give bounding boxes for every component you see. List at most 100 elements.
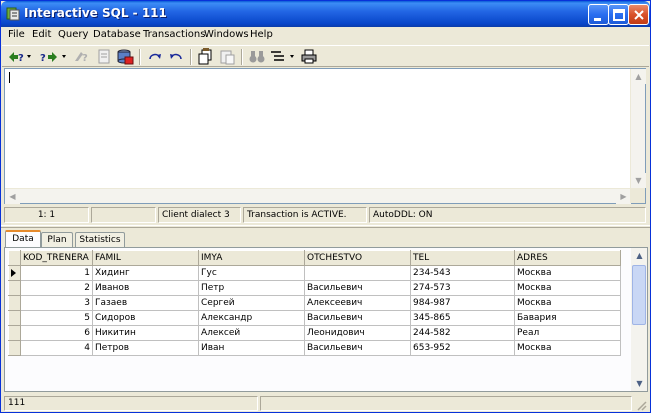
table-row[interactable]: 2 Иванов Петр Васильевич 274-573 Москва <box>8 280 621 296</box>
results-grid[interactable]: KOD_TRENERA FAMIL IMYA OTCHESTVO TEL ADR… <box>8 250 625 356</box>
table-cell[interactable]: Газаев <box>92 295 199 311</box>
table-cell[interactable]: 6 <box>20 325 93 341</box>
toolbar-separator <box>139 49 141 65</box>
pane-splitter[interactable] <box>1 225 650 228</box>
previous-query-button[interactable]: ? <box>7 48 35 65</box>
table-cell[interactable]: Москва <box>514 280 621 296</box>
undo-button[interactable] <box>167 48 185 65</box>
table-cell[interactable]: 5 <box>20 310 93 326</box>
table-cell[interactable]: 345-865 <box>410 310 515 326</box>
scroll-up-icon[interactable]: ▲ <box>631 69 646 84</box>
redo-icon <box>149 53 161 60</box>
table-cell[interactable]: Сергей <box>198 295 305 311</box>
table-cell[interactable]: Сидоров <box>92 310 199 326</box>
prepare-query-button[interactable] <box>95 48 113 65</box>
table-row[interactable]: 6 Никитин Алексей Леонидович 244-582 Реа… <box>8 325 621 341</box>
grid-vertical-scrollbar[interactable]: ▲ ▼ <box>631 248 647 391</box>
tab-statistics[interactable]: Statistics <box>75 232 125 248</box>
table-cell[interactable]: Леонидович <box>304 325 411 341</box>
next-query-button[interactable]: ? <box>39 48 69 65</box>
format-dropdown-button[interactable] <box>269 48 297 65</box>
table-cell[interactable]: Бавария <box>514 310 621 326</box>
menu-help[interactable]: Help <box>250 29 273 40</box>
column-header[interactable]: KOD_TRENERA <box>20 250 93 266</box>
menu-edit[interactable]: Edit <box>32 29 51 40</box>
table-cell[interactable]: 244-582 <box>410 325 515 341</box>
table-cell[interactable]: 3 <box>20 295 93 311</box>
table-cell[interactable]: Москва <box>514 295 621 311</box>
table-cell[interactable]: Хидинг <box>92 265 199 281</box>
table-cell[interactable]: 234-543 <box>410 265 515 281</box>
table-cell[interactable]: Москва <box>514 340 621 356</box>
scroll-down-icon[interactable]: ▼ <box>632 376 647 391</box>
table-cell[interactable]: Гус <box>198 265 305 281</box>
table-cell[interactable]: Никитин <box>92 325 199 341</box>
menu-bar: File Edit Query Database Transactions Wi… <box>2 27 649 45</box>
autoddl-status: AutoDDL: ON <box>369 207 646 223</box>
scrollbar-thumb[interactable] <box>632 265 646 325</box>
table-cell[interactable]: Иванов <box>92 280 199 296</box>
table-cell[interactable]: Петров <box>92 340 199 356</box>
copy-button[interactable] <box>197 48 215 65</box>
tab-plan[interactable]: Plan <box>41 232 73 248</box>
menu-query[interactable]: Query <box>58 29 88 40</box>
column-header[interactable]: OTCHESTVO <box>304 250 411 266</box>
menu-transactions[interactable]: Transactions <box>143 29 205 40</box>
row-indicator[interactable] <box>8 325 21 341</box>
scroll-left-icon[interactable]: ◀ <box>5 189 20 204</box>
row-indicator[interactable] <box>8 295 21 311</box>
table-cell[interactable]: Реал <box>514 325 621 341</box>
table-cell[interactable]: Васильевич <box>304 280 411 296</box>
table-cell[interactable]: Петр <box>198 280 305 296</box>
editor-horizontal-scrollbar[interactable]: ◀ ▶ <box>5 188 631 204</box>
column-header[interactable]: TEL <box>410 250 515 266</box>
row-indicator[interactable] <box>8 340 21 356</box>
table-row[interactable]: 5 Сидоров Александр Васильевич 345-865 Б… <box>8 310 621 326</box>
column-header[interactable]: ADRES <box>514 250 621 266</box>
menu-database[interactable]: Database <box>93 29 141 40</box>
table-cell[interactable] <box>304 265 411 281</box>
table-cell[interactable]: Алексей <box>198 325 305 341</box>
table-cell[interactable]: 1 <box>20 265 93 281</box>
editor-vertical-scrollbar[interactable]: ▲ ▼ <box>630 69 646 188</box>
find-button[interactable] <box>248 48 266 65</box>
column-header[interactable]: FAMIL <box>92 250 199 266</box>
execute-query-button[interactable]: ? <box>73 48 91 65</box>
table-cell[interactable]: Москва <box>514 265 621 281</box>
commit-button[interactable] <box>116 48 134 65</box>
table-cell[interactable]: 984-987 <box>410 295 515 311</box>
print-button[interactable] <box>300 48 318 65</box>
table-row[interactable]: 3 Газаев Сергей Алексеевич 984-987 Москв… <box>8 295 621 311</box>
paste-button[interactable] <box>218 48 236 65</box>
database-name-status: 111 <box>4 396 258 411</box>
scroll-right-icon[interactable]: ▶ <box>616 189 631 204</box>
table-cell[interactable]: Александр <box>198 310 305 326</box>
row-indicator[interactable] <box>8 265 21 281</box>
menu-file[interactable]: File <box>8 29 25 40</box>
table-cell[interactable]: 274-573 <box>410 280 515 296</box>
minimize-button[interactable] <box>588 4 609 25</box>
table-row[interactable]: 4 Петров Иван Васильевич 653-952 Москва <box>8 340 621 356</box>
table-cell[interactable]: Васильевич <box>304 310 411 326</box>
table-cell[interactable]: 2 <box>20 280 93 296</box>
menu-windows[interactable]: Windows <box>204 29 249 40</box>
sql-editor[interactable]: ▲ ▼ ◀ ▶ <box>4 68 646 204</box>
table-cell[interactable]: Васильевич <box>304 340 411 356</box>
table-cell[interactable]: Иван <box>198 340 305 356</box>
window-title: Interactive SQL - 111 <box>24 6 167 20</box>
row-indicator[interactable] <box>8 280 21 296</box>
redo-button[interactable] <box>146 48 164 65</box>
table-row[interactable]: 1 Хидинг Гус 234-543 Москва <box>8 265 621 281</box>
resize-grip-icon[interactable] <box>635 399 647 411</box>
maximize-button[interactable] <box>608 4 629 25</box>
column-header[interactable]: IMYA <box>198 250 305 266</box>
table-cell[interactable]: 653-952 <box>410 340 515 356</box>
table-cell[interactable]: Алексеевич <box>304 295 411 311</box>
title-bar[interactable]: Interactive SQL - 111 <box>1 1 650 27</box>
row-indicator[interactable] <box>8 310 21 326</box>
tab-data[interactable]: Data <box>5 230 41 248</box>
scroll-up-icon[interactable]: ▲ <box>632 248 647 263</box>
table-cell[interactable]: 4 <box>20 340 93 356</box>
scroll-down-icon[interactable]: ▼ <box>631 173 646 188</box>
close-button[interactable] <box>628 4 649 25</box>
